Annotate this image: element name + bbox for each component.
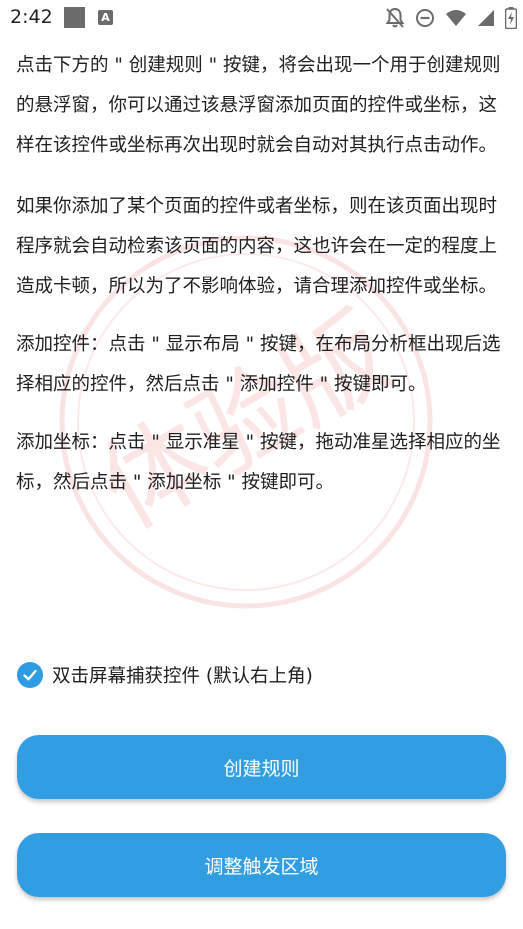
instruction-paragraph: 添加控件：点击 " 显示布局 " 按键，在布局分析框出现后选择相应的控件，然后点… xyxy=(16,334,501,395)
status-icons xyxy=(385,6,517,30)
double-tap-capture-option[interactable]: 双击屏幕捕获控件 (默认右上角) xyxy=(17,660,313,690)
create-rule-button[interactable]: 创建规则 xyxy=(17,735,506,799)
checkbox-checked-icon[interactable] xyxy=(17,662,43,688)
instruction-paragraph: 如果你添加了某个页面的控件或者坐标，则在该页面出现时程序就会自动检索该页面的内容… xyxy=(16,196,498,297)
a-notification-icon: A xyxy=(98,10,113,25)
do-not-disturb-icon xyxy=(415,8,435,28)
status-time: 2:42 xyxy=(10,6,53,28)
instruction-paragraph: 添加坐标：点击 " 显示准星 " 按键，拖动准星选择相应的坐标，然后点击 " 添… xyxy=(16,432,501,493)
cell-signal-icon xyxy=(477,9,495,27)
battery-charging-icon xyxy=(505,7,517,29)
status-bar: 2:42 A xyxy=(0,0,523,36)
instruction-paragraph: 点击下方的 " 创建规则 " 按键，将会出现一个用于创建规则的悬浮窗，你可以通过… xyxy=(16,55,501,156)
square-notification-icon xyxy=(64,7,85,28)
instructions: 点击下方的 " 创建规则 " 按键，将会出现一个用于创建规则的悬浮窗，你可以通过… xyxy=(16,46,511,503)
double-tap-capture-label: 双击屏幕捕获控件 (默认右上角) xyxy=(52,666,313,687)
adjust-trigger-area-button[interactable]: 调整触发区域 xyxy=(17,833,506,897)
notifications-off-icon xyxy=(385,7,405,29)
wifi-icon xyxy=(445,9,467,27)
